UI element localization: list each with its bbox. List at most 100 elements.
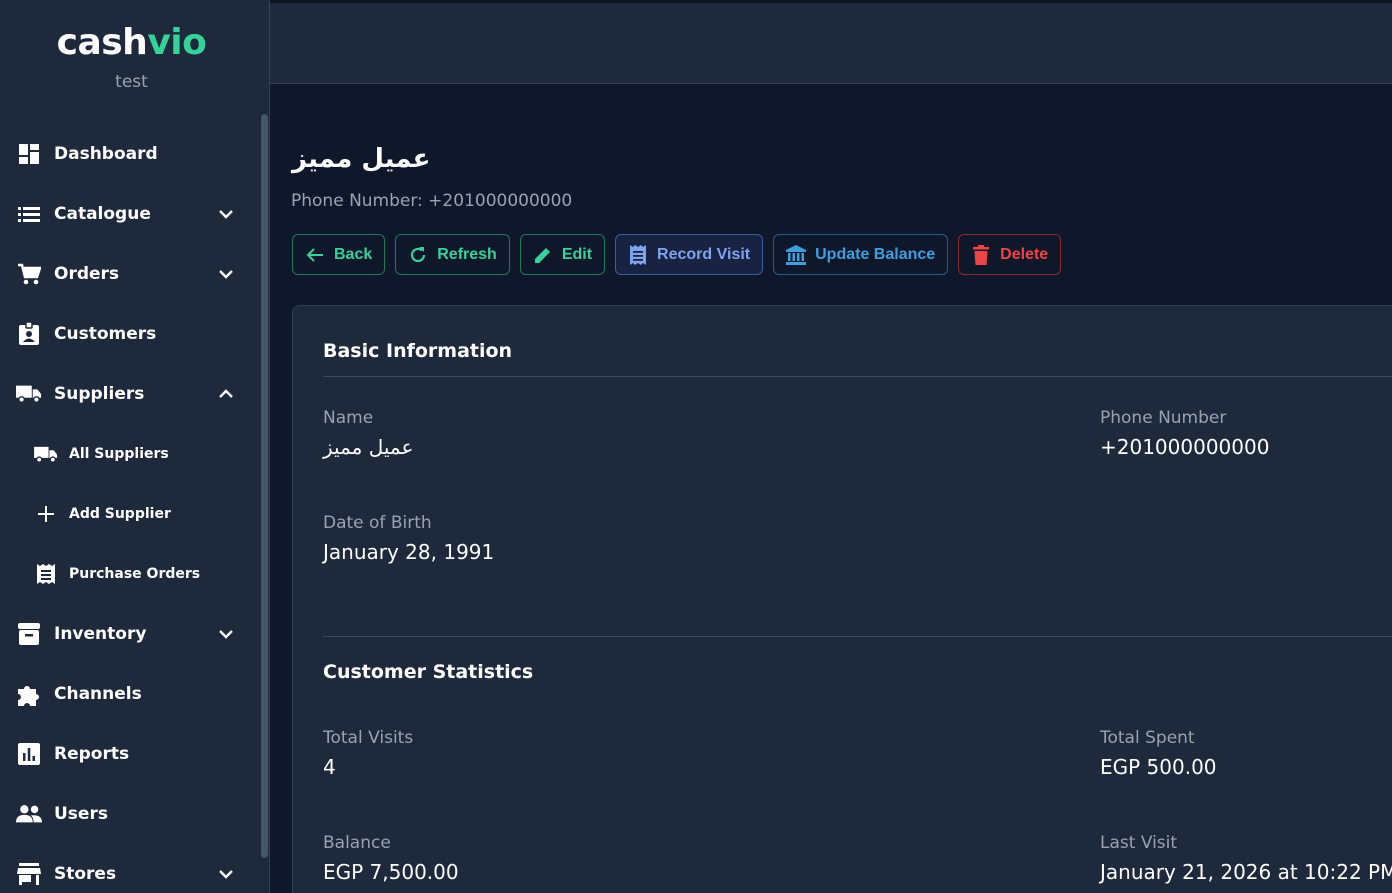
sidebar-item-label: Reports [54,744,130,764]
sidebar-item-label: Users [54,804,108,824]
total-visits-field: Total Visits 4 [323,727,413,779]
chevron-down-icon [219,270,233,279]
sidebar-item-orders[interactable]: Orders [0,244,258,304]
name-value: عميل مميز [323,435,414,459]
delete-button[interactable]: Delete [958,234,1062,275]
sidebar-item-label: Catalogue [54,204,151,224]
sidebar-item-label: Suppliers [54,384,145,404]
sidebar-item-catalogue[interactable]: Catalogue [0,184,258,244]
back-button-label: Back [334,245,373,263]
brand-name-part1: cash [56,22,148,63]
back-button[interactable]: Back [292,234,386,275]
refresh-button-label: Refresh [437,245,497,263]
balance-value: EGP 7,500.00 [323,860,459,884]
sidebar-item-customers[interactable]: Customers [0,304,258,364]
chevron-down-icon [219,870,233,879]
divider [323,376,1392,377]
sidebar-subitem-label: All Suppliers [69,446,169,462]
sidebar-subitem-label: Purchase Orders [69,566,201,582]
puzzle-icon [16,681,42,707]
total-visits-value: 4 [323,755,336,779]
name-label: Name [323,408,374,428]
chevron-down-icon [219,630,233,639]
customer-details-card: Basic Information Name عميل مميز Phone N… [292,305,1392,893]
refresh-button[interactable]: Refresh [395,234,510,275]
sidebar-item-dashboard[interactable]: Dashboard [0,124,258,184]
store-name: test [115,72,148,92]
balance-field: Balance EGP 7,500.00 [323,832,459,884]
sidebar-item-label: Dashboard [54,144,158,164]
sidebar-item-suppliers[interactable]: Suppliers [0,364,258,424]
brand: cashvio test [0,22,263,92]
refresh-icon [408,245,428,265]
sidebar-item-label: Customers [54,324,157,344]
trash-icon [971,244,991,265]
chevron-down-icon [219,210,233,219]
top-bar [270,0,1392,84]
app: cashvio test Dashboard Catalogue Orders … [0,0,1392,893]
update-balance-button[interactable]: Update Balance [773,234,949,275]
sidebar: cashvio test Dashboard Catalogue Orders … [0,0,270,893]
users-icon [16,801,42,827]
total-spent-label: Total Spent [1100,728,1195,748]
sidebar-scrollbar[interactable] [261,114,268,858]
sidebar-subitem-label: Add Supplier [69,506,171,522]
truck-icon [16,381,42,407]
page-subtitle: Phone Number: +201000000000 [291,191,573,211]
delete-button-label: Delete [1000,245,1049,263]
main-content: عميل مميز Phone Number: +201000000000 Ba… [270,84,1392,893]
name-field: Name عميل مميز [323,407,413,459]
receipt-icon [34,562,58,586]
total-spent-value: EGP 500.00 [1100,755,1217,779]
edit-button-label: Edit [561,245,593,263]
customer-stats-title: Customer Statistics [323,661,534,683]
sidebar-item-label: Stores [54,864,117,884]
plus-icon [34,502,58,526]
bank-icon [786,244,807,265]
sidebar-item-label: Orders [54,264,120,284]
phone-value: +201000000000 [1100,435,1270,459]
chart-icon [16,741,42,767]
sidebar-item-label: Inventory [54,624,147,644]
sidebar-item-channels[interactable]: Channels [0,664,258,724]
chevron-up-icon [219,389,233,398]
arrow-left-icon [305,245,325,265]
badge-icon [16,321,42,347]
total-visits-label: Total Visits [323,728,414,748]
store-icon [16,861,42,887]
dob-value: January 28, 1991 [323,540,495,564]
truck-icon [34,442,58,466]
divider [323,636,1392,637]
last-visit-label: Last Visit [1100,833,1178,853]
record-visit-button-label: Record Visit [657,245,751,263]
sidebar-item-inventory[interactable]: Inventory [0,604,258,664]
list-icon [16,201,42,227]
sidebar-item-stores[interactable]: Stores [0,844,258,893]
cart-icon [16,261,42,287]
sidebar-item-users[interactable]: Users [0,784,258,844]
sidebar-subitem-all-suppliers[interactable]: All Suppliers [0,424,258,484]
sidebar-item-reports[interactable]: Reports [0,724,258,784]
dob-label: Date of Birth [323,513,432,533]
archive-icon [16,621,42,647]
sidebar-subitem-purchase-orders[interactable]: Purchase Orders [0,544,258,604]
update-balance-button-label: Update Balance [815,245,936,263]
brand-logo[interactable]: cashvio [0,22,263,64]
phone-field: Phone Number +201000000000 [1100,407,1269,459]
dob-field: Date of Birth January 28, 1991 [323,512,494,564]
receipt-icon [628,244,648,265]
record-visit-button[interactable]: Record Visit [615,234,764,275]
balance-label: Balance [323,833,391,853]
action-bar: Back Refresh Edit Record Visit Update Ba… [292,234,1062,275]
phone-label: Phone Number [1100,408,1227,428]
brand-name-part2: vio [147,22,207,63]
page-title: عميل مميز [292,144,431,174]
total-spent-field: Total Spent EGP 500.00 [1100,727,1217,779]
dashboard-icon [16,141,42,167]
sidebar-subitem-add-supplier[interactable]: Add Supplier [0,484,258,544]
sidebar-item-label: Channels [54,684,142,704]
basic-info-title: Basic Information [323,340,513,362]
sidebar-nav: Dashboard Catalogue Orders Customers Sup… [0,124,258,893]
edit-button[interactable]: Edit [519,234,606,275]
pencil-icon [533,245,553,265]
